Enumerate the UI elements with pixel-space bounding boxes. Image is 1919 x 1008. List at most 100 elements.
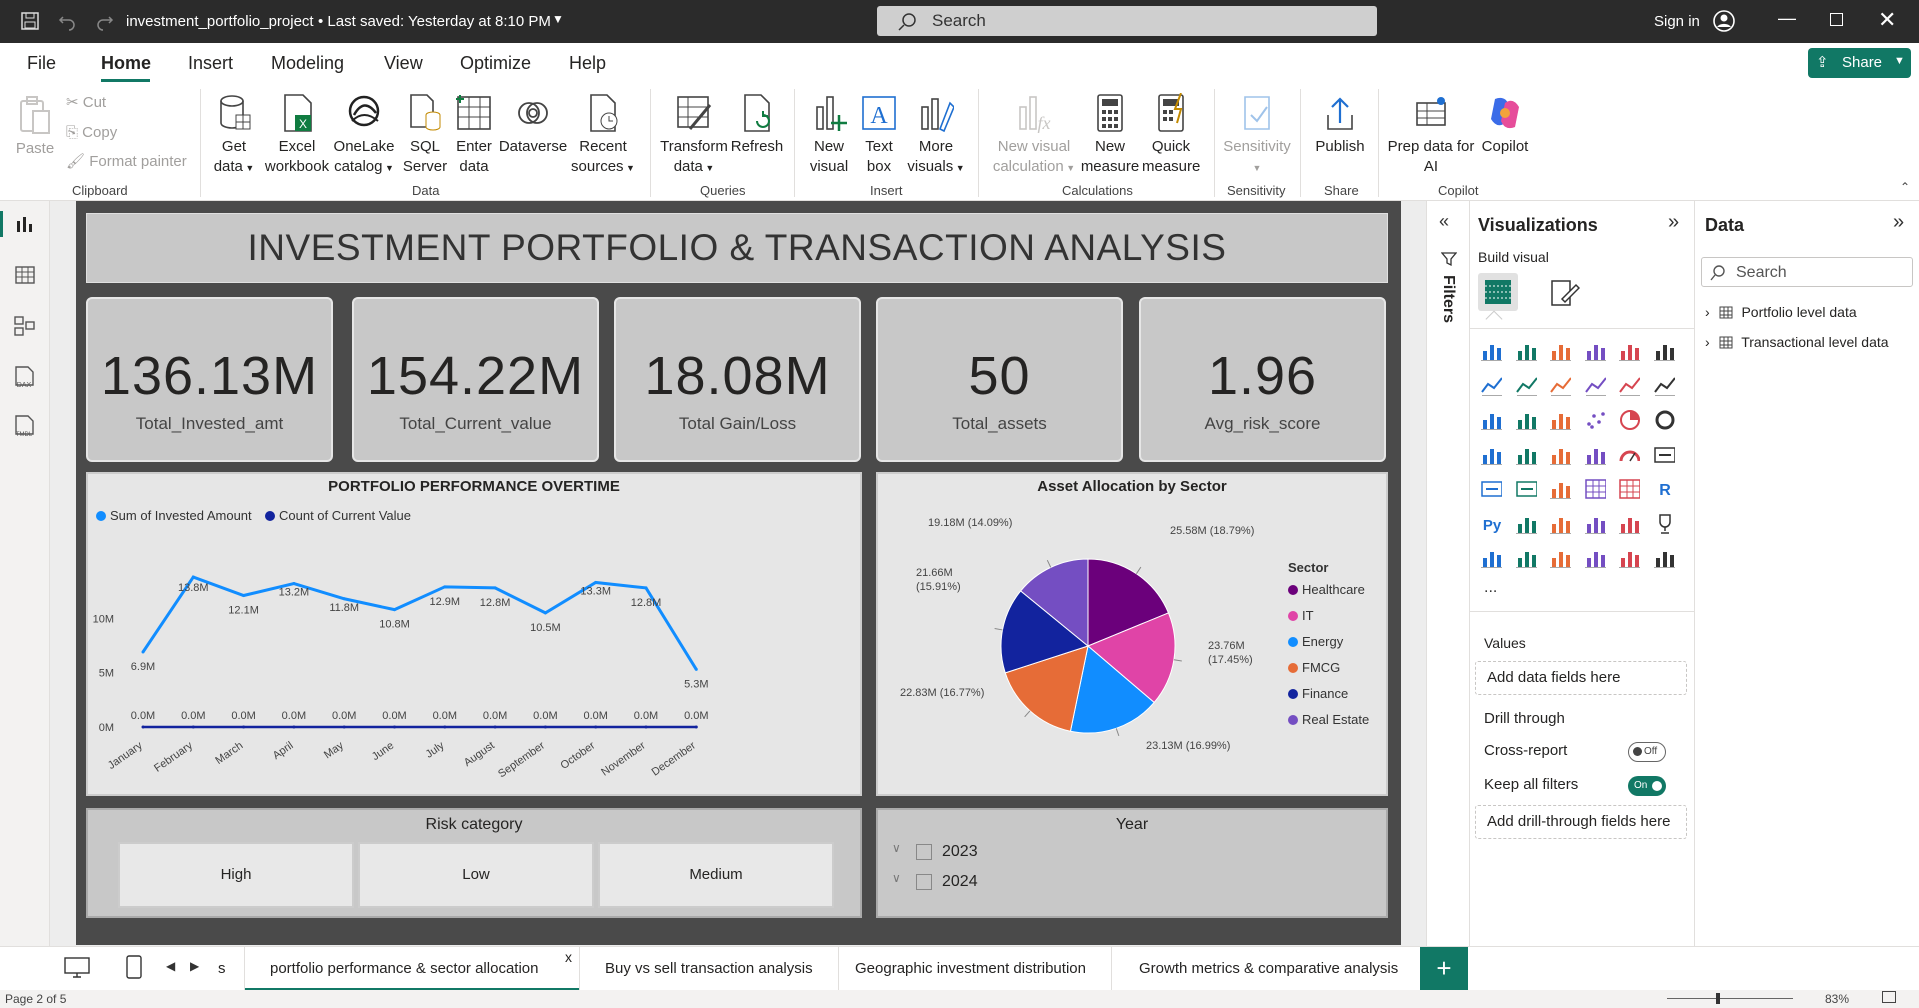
100-column-visual-icon[interactable] [1653,339,1675,361]
drill-through-well[interactable]: Add drill-through fields here [1475,805,1687,839]
table-visual-icon[interactable] [1584,477,1606,499]
file-title[interactable]: investment_portfolio_project [126,13,314,30]
menu-insert[interactable]: Insert [188,53,233,74]
kpi-card-avg-risk[interactable]: 1.96 Avg_risk_score [1139,297,1386,462]
filters-pane-collapsed[interactable]: « Filters [1426,201,1470,946]
save-icon[interactable] [20,11,40,31]
model-view-icon[interactable] [14,316,36,336]
treemap-visual-icon[interactable] [1480,443,1502,465]
get-data-button[interactable]: Get data ▼ [208,93,260,178]
100-bar-visual-icon[interactable] [1618,339,1640,361]
python-visual-visual-icon[interactable]: Py [1480,512,1502,534]
new-measure-button[interactable]: New measure [1080,93,1140,177]
page-tab-partial[interactable]: s [200,947,245,991]
page-tab-active[interactable]: portfolio performance & sector allocatio… [245,947,580,991]
account-icon[interactable] [1712,9,1736,33]
waterfall-visual-icon[interactable] [1480,408,1502,430]
table-item-transactional[interactable]: › Transactional level data [1705,334,1889,350]
cross-report-toggle[interactable]: Off [1628,742,1666,762]
dax-query-view-icon[interactable]: DAX [13,365,37,389]
zoom-slider[interactable] [1667,998,1793,999]
stacked-area-visual-icon[interactable] [1549,374,1571,396]
copy-button[interactable]: ⎘ Copy [66,123,117,143]
paginated-visual-icon[interactable] [1480,546,1502,568]
menu-file[interactable]: File [27,53,56,74]
column-line-visual-icon[interactable] [1515,408,1537,430]
clustered-column-visual-icon[interactable] [1584,339,1606,361]
more-options-icon[interactable]: ... [1484,579,1497,597]
slicer-visual-icon[interactable] [1549,477,1571,499]
pie-visual-icon[interactable] [1618,408,1640,430]
legend-item-real-estate[interactable]: Real Estate [1288,712,1369,727]
collapse-pane-icon[interactable]: » [1668,211,1679,234]
scroll-right-icon[interactable]: ▶ [190,959,199,973]
smart-narrative-visual-icon[interactable] [1618,512,1640,534]
page-tab-buy-sell[interactable]: Buy vs sell transaction analysis [580,947,839,991]
card-visual-icon[interactable] [1653,443,1675,465]
more-visuals-button[interactable]: More visuals ▼ [904,93,968,178]
fit-to-page-icon[interactable] [1882,991,1896,1003]
search-input[interactable]: Search [877,6,1377,36]
text-box-button[interactable]: A Text box [857,93,901,177]
zoom-slider-thumb[interactable] [1716,993,1720,1004]
format-painter-button[interactable]: 🖌 Format painter [66,152,187,172]
menu-view[interactable]: View [384,53,423,74]
custom2-visual-icon[interactable] [1618,546,1640,568]
legend-item-finance[interactable]: Finance [1288,686,1348,701]
share-button[interactable]: ⇪ Share ▼ [1808,48,1911,78]
year-checkbox-2023[interactable] [916,844,932,860]
slicer-option-high[interactable]: High [118,842,354,908]
onelake-catalog-button[interactable]: OneLake catalog ▼ [333,93,395,178]
line-visual-icon[interactable] [1480,374,1502,396]
kpi-card-current-value[interactable]: 154.22M Total_Current_value [352,297,599,462]
values-well[interactable]: Add data fields here [1475,661,1687,695]
power-apps-visual-icon[interactable] [1515,546,1537,568]
page-tab-geographic[interactable]: Geographic investment distribution [830,947,1112,991]
custom3-visual-icon[interactable] [1653,546,1675,568]
keep-all-filters-toggle[interactable]: On [1628,776,1666,796]
filled-map-visual-icon[interactable] [1549,443,1571,465]
year-checkbox-2024[interactable] [916,874,932,890]
data-search-input[interactable]: Search [1701,257,1913,287]
menu-home[interactable]: Home [101,53,151,74]
menu-modeling[interactable]: Modeling [271,53,344,74]
pie-chart-visual[interactable]: Asset Allocation by Sector 25.58M (18.79… [876,472,1388,796]
kpi-card-total-assets[interactable]: 50 Total_assets [876,297,1123,462]
kpi-card-gain-loss[interactable]: 18.08M Total Gain/Loss [614,297,861,462]
stacked-column-visual-icon[interactable] [1515,339,1537,361]
sensitivity-button[interactable]: Sensitivity ▼ [1222,93,1292,178]
close-button[interactable]: ✕ [1878,7,1896,33]
r-visual-visual-icon[interactable]: R [1653,477,1675,499]
line-column-visual-icon[interactable] [1618,374,1640,396]
gauge-visual-icon[interactable] [1618,443,1640,465]
kpi-card-invested[interactable]: 136.13M Total_Invested_amt [86,297,333,462]
copilot-button[interactable]: Copilot [1478,93,1532,157]
funnel-visual-icon[interactable] [1549,408,1571,430]
close-tab-icon[interactable]: x [565,935,572,979]
legend-item-it[interactable]: IT [1288,608,1314,623]
kpi-visual-icon[interactable] [1515,477,1537,499]
tmdl-view-icon[interactable]: TMDL [13,414,37,438]
azure-map-visual-icon[interactable] [1584,443,1606,465]
enter-data-button[interactable]: Enter data [452,93,496,177]
add-page-button[interactable]: + [1420,947,1468,991]
expand-chevron-icon[interactable]: ∨ [892,871,901,885]
mobile-layout-icon[interactable] [126,955,142,979]
prep-data-for-ai-button[interactable]: Prep data for AI [1386,93,1476,177]
recent-sources-button[interactable]: Recent sources ▼ [570,93,636,178]
qna-visual-icon[interactable] [1584,512,1606,534]
redo-icon[interactable] [95,11,115,31]
donut-visual-icon[interactable] [1653,408,1675,430]
maximize-button[interactable] [1830,13,1843,26]
custom1-visual-icon[interactable] [1584,546,1606,568]
power-automate-visual-icon[interactable] [1549,546,1571,568]
area-visual-icon[interactable] [1515,374,1537,396]
scroll-left-icon[interactable]: ◀ [166,959,175,973]
dataverse-button[interactable]: Dataverse [498,93,568,157]
decomposition-visual-icon[interactable] [1549,512,1571,534]
sql-server-button[interactable]: SQL Server [400,93,450,177]
scatter-visual-icon[interactable] [1584,408,1606,430]
new-visual-calculation-button[interactable]: fx New visual calculation ▼ [992,93,1076,178]
expand-chevron-icon[interactable]: ∨ [892,841,901,855]
line-chart-visual[interactable]: PORTFOLIO PERFORMANCE OVERTIME Sum of In… [86,472,862,796]
